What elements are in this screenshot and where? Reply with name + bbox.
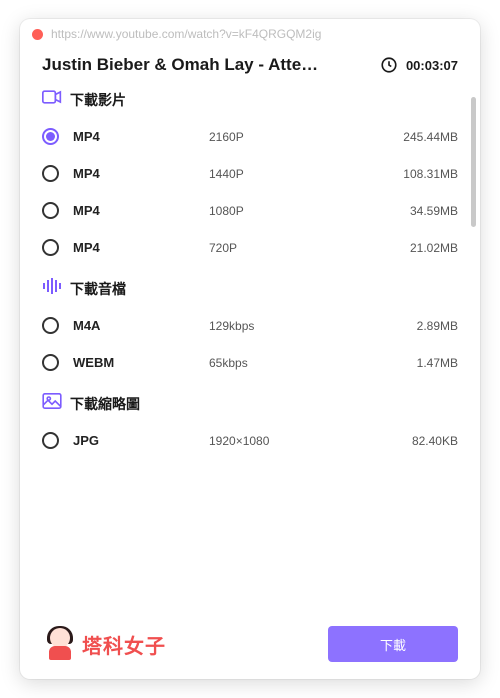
thumbnail-option-row[interactable]: JPG1920×108082.40KB — [42, 422, 458, 459]
option-format: WEBM — [59, 355, 209, 370]
video-icon — [42, 89, 62, 110]
radio-icon[interactable] — [42, 239, 59, 256]
video-option-row[interactable]: MP42160P245.44MB — [42, 118, 458, 155]
option-size: 21.02MB — [368, 241, 458, 255]
download-button[interactable]: 下載 — [328, 626, 458, 662]
option-size: 108.31MB — [368, 167, 458, 181]
scrollbar-thumb[interactable] — [471, 97, 476, 227]
section-header-video: 下載影片 — [42, 89, 458, 110]
footer: 塔科女子 下載 — [20, 617, 480, 679]
radio-icon[interactable] — [42, 354, 59, 371]
titlebar: https://www.youtube.com/watch?v=kF4QRGQM… — [20, 19, 480, 49]
video-option-row[interactable]: MP4720P21.02MB — [42, 229, 458, 266]
option-quality: 129kbps — [209, 319, 368, 333]
radio-icon[interactable] — [42, 317, 59, 334]
content-area: Justin Bieber & Omah Lay - Atte… 00:03:0… — [20, 49, 480, 617]
section-header-audio: 下載音檔 — [42, 278, 458, 299]
section-header-thumbnail: 下載縮略圖 — [42, 393, 458, 414]
option-quality: 1440P — [209, 167, 368, 181]
option-size: 2.89MB — [368, 319, 458, 333]
media-duration: 00:03:07 — [406, 58, 458, 73]
option-quality: 720P — [209, 241, 368, 255]
app-window: https://www.youtube.com/watch?v=kF4QRGQM… — [20, 19, 480, 679]
option-size: 245.44MB — [368, 130, 458, 144]
option-quality: 2160P — [209, 130, 368, 144]
brand-text: 塔科女子 — [82, 630, 166, 659]
close-icon[interactable] — [32, 29, 43, 40]
option-format: JPG — [59, 433, 209, 448]
radio-icon[interactable] — [42, 165, 59, 182]
section-label-audio: 下載音檔 — [70, 279, 126, 299]
audio-icon — [42, 278, 62, 299]
option-format: MP4 — [59, 203, 209, 218]
section-label-thumbnail: 下載縮略圖 — [70, 394, 140, 414]
audio-option-row[interactable]: WEBM65kbps1.47MB — [42, 344, 458, 381]
media-title: Justin Bieber & Omah Lay - Atte… — [42, 55, 372, 75]
option-quality: 1920×1080 — [209, 434, 368, 448]
option-size: 34.59MB — [368, 204, 458, 218]
audio-option-row[interactable]: M4A129kbps2.89MB — [42, 307, 458, 344]
image-icon — [42, 393, 62, 414]
option-format: MP4 — [59, 129, 209, 144]
option-quality: 1080P — [209, 204, 368, 218]
video-option-row[interactable]: MP41440P108.31MB — [42, 155, 458, 192]
radio-icon[interactable] — [42, 202, 59, 219]
url-display: https://www.youtube.com/watch?v=kF4QRGQM… — [51, 27, 321, 41]
brand-logo[interactable]: 塔科女子 — [42, 626, 166, 662]
option-format: MP4 — [59, 166, 209, 181]
media-header: Justin Bieber & Omah Lay - Atte… 00:03:0… — [42, 55, 458, 75]
option-format: M4A — [59, 318, 209, 333]
option-size: 82.40KB — [368, 434, 458, 448]
brand-avatar-icon — [42, 626, 78, 662]
video-option-row[interactable]: MP41080P34.59MB — [42, 192, 458, 229]
option-quality: 65kbps — [209, 356, 368, 370]
option-format: MP4 — [59, 240, 209, 255]
section-label-video: 下載影片 — [70, 90, 126, 110]
clock-icon — [380, 56, 398, 74]
radio-icon[interactable] — [42, 432, 59, 449]
radio-icon[interactable] — [42, 128, 59, 145]
option-size: 1.47MB — [368, 356, 458, 370]
